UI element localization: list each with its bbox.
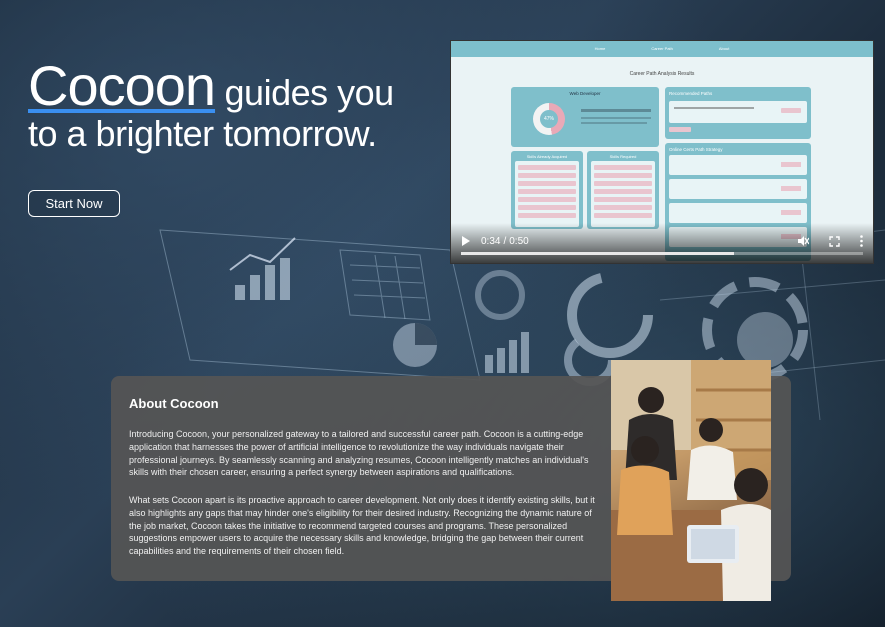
start-now-button[interactable]: Start Now [28,190,120,217]
skill-row [594,173,652,178]
video-nav-about: About [718,46,730,51]
recommended-button [669,127,691,132]
recommended-item [669,101,807,123]
hero-heading-line1: guides you [215,72,395,113]
fullscreen-icon[interactable] [829,235,840,247]
career-text-line [581,122,647,124]
about-paragraph-1: Introducing Cocoon, your personalized ga… [129,429,589,478]
courses-title: Online Certs Path Strategy [669,147,723,152]
course-item [669,155,807,175]
team-meeting-photo [611,360,771,601]
match-percent: 47% [540,110,558,128]
video-nav-career-path: Career Path [651,46,673,51]
recommended-text [674,107,754,109]
video-progress-bar[interactable] [461,252,863,255]
course-item [669,179,807,199]
skill-row [594,181,652,186]
demo-video-player[interactable]: Home Career Path About Career Path Analy… [450,40,874,264]
skills-acquired-list [515,161,579,227]
recommended-title: Recommended Paths [669,91,713,96]
match-donut: 47% [533,103,565,135]
career-text-line [581,117,651,119]
skill-row [518,197,576,202]
course-tag [781,186,801,191]
video-skills-required-card: Skills Required [587,151,659,229]
recommended-tag [781,108,801,113]
skills-required-title: Skills Required [609,154,637,159]
skill-row [518,181,576,186]
video-time-separator: / [503,235,507,247]
skill-row [518,205,576,210]
mute-icon[interactable] [797,235,809,247]
video-nav-home: Home [594,46,606,51]
video-career-title: Web Developer [569,91,601,96]
video-skills-acquired-card: Skills Already Acquired [511,151,583,229]
course-item [669,203,807,223]
skill-row [518,189,576,194]
video-time-total: 0:50 [509,235,529,247]
team-meeting-illustration [611,360,771,601]
brand-name: Cocoon [28,54,216,117]
more-icon[interactable] [860,235,863,247]
skills-acquired-title: Skills Already Acquired [526,154,568,159]
hero-heading-line2: to a brighter tomorrow. [28,113,377,154]
video-time-current: 0:34 [481,235,501,247]
skill-row [518,173,576,178]
video-app-navbar: Home Career Path About [451,41,873,57]
video-controls-bar: 0:34 / 0:50 [451,223,873,263]
skill-row [594,189,652,194]
hero-heading: Cocoon guides you to a brighter tomorrow… [28,58,394,154]
skill-row [594,197,652,202]
course-tag [781,162,801,167]
video-recommended-card: Recommended Paths [665,87,811,139]
skill-row [594,205,652,210]
video-career-card: Web Developer 47% [511,87,659,147]
skill-row [518,165,576,170]
skill-row [518,213,576,218]
career-text-line [581,109,651,112]
play-icon[interactable] [461,236,470,246]
about-heading: About Cocoon [129,396,219,411]
video-page-title: Career Path Analysis Results [629,71,695,77]
video-progress-fill [461,252,735,255]
about-paragraph-2: What sets Cocoon apart is its proactive … [129,495,595,557]
skill-row [594,165,652,170]
course-tag [781,210,801,215]
skills-required-list [591,161,655,227]
skill-row [594,213,652,218]
